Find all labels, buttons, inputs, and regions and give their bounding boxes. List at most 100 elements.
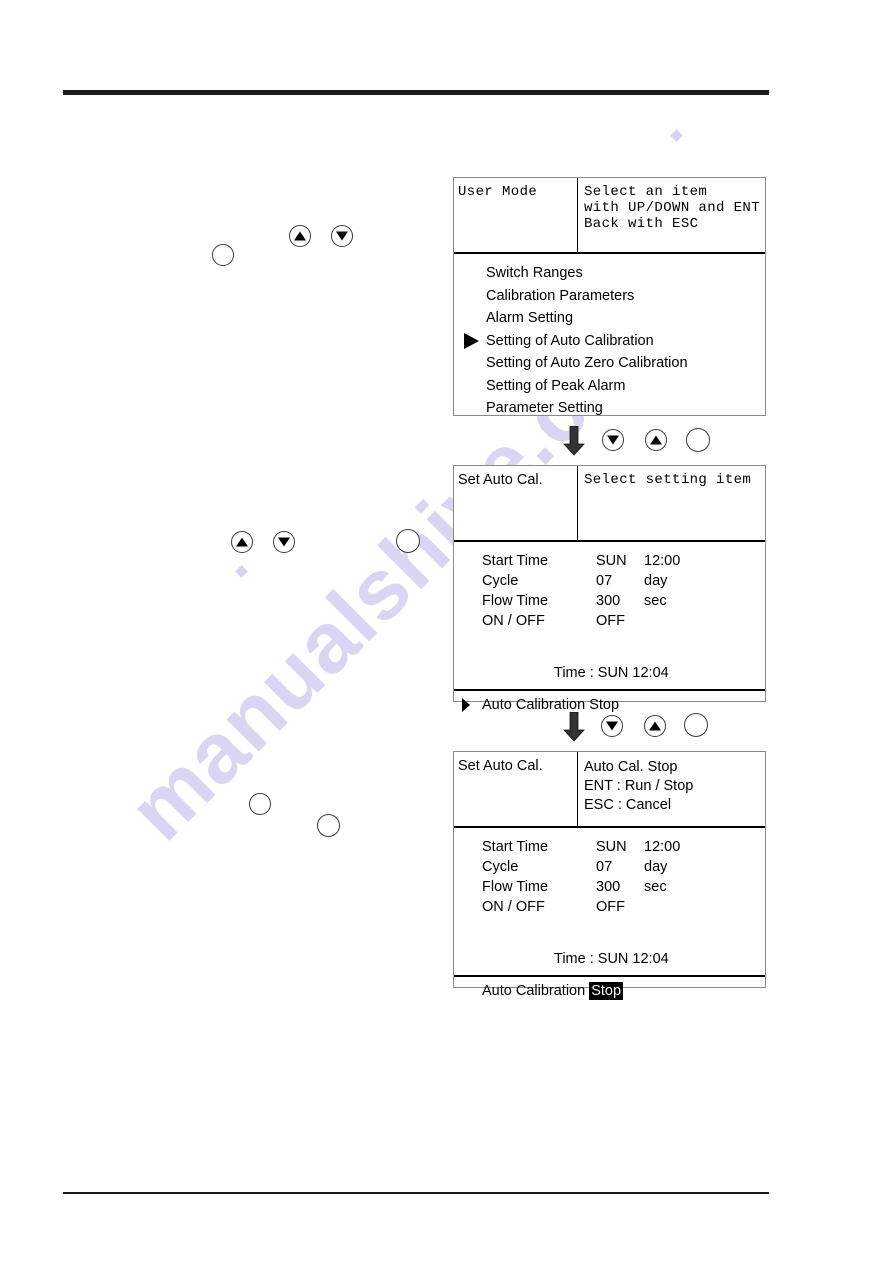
down-key[interactable] xyxy=(273,531,295,553)
menu-item-calibration-parameters[interactable]: Calibration Parameters xyxy=(454,285,765,308)
lcd-footer: Auto Calibration Stop xyxy=(454,975,765,1005)
down-key[interactable] xyxy=(331,225,353,247)
guidance-line-1: Select setting item xyxy=(584,472,752,488)
menu-item-parameter-setting[interactable]: Parameter Setting xyxy=(454,397,765,420)
setting-label: ON / OFF xyxy=(482,613,545,629)
guidance-line-1: Select an item xyxy=(584,184,708,200)
menu-item-label: Parameter Setting xyxy=(486,400,603,416)
setting-row-start-time[interactable]: Start Time SUN 12:00 xyxy=(454,551,765,571)
setting-unit: 12:00 xyxy=(644,553,681,569)
flow-down-arrow-icon xyxy=(563,712,585,742)
lcd-settings-table: Start Time SUN 12:00 Cycle 07 day Flow T… xyxy=(454,828,765,975)
manual-page: manualshive.com User Mode Select an item… xyxy=(0,0,893,1263)
current-time-readout: Time : SUN 12:04 xyxy=(554,665,669,681)
flow-down-arrow-icon xyxy=(563,426,585,456)
setting-row-start-time[interactable]: Start Time SUN 12:00 xyxy=(454,837,765,857)
setting-unit: sec xyxy=(644,879,667,895)
setting-value: SUN xyxy=(596,553,627,569)
enter-key[interactable] xyxy=(249,793,271,815)
setting-row-flow-time[interactable]: Flow Time 300 sec xyxy=(454,591,765,611)
guidance-line-2: with UP/DOWN and ENT xyxy=(584,200,761,216)
setting-row-flow-time[interactable]: Flow Time 300 sec xyxy=(454,877,765,897)
setting-row-on-off[interactable]: ON / OFF OFF xyxy=(454,897,765,917)
up-key[interactable] xyxy=(231,531,253,553)
current-time-readout: Time : SUN 12:04 xyxy=(554,951,669,967)
up-key[interactable] xyxy=(644,715,666,737)
lcd-menu-list: Switch Ranges Calibration Parameters Ala… xyxy=(454,254,765,426)
cursor-arrow-icon xyxy=(464,332,479,349)
menu-item-alarm-setting[interactable]: Alarm Setting xyxy=(454,307,765,330)
lcd-title-cell: User Mode xyxy=(454,178,578,252)
panel-title: User Mode xyxy=(458,184,538,200)
menu-item-switch-ranges[interactable]: Switch Ranges xyxy=(454,262,765,285)
footer-action-text: Auto Calibration xyxy=(482,983,590,999)
lcd-panel-set-auto-cal-confirm: Set Auto Cal. Auto Cal. Stop ENT : Run /… xyxy=(453,751,766,1000)
menu-item-label: Calibration Parameters xyxy=(486,287,635,304)
menu-item-label: Switch Ranges xyxy=(486,265,583,281)
lcd-header: Set Auto Cal. Auto Cal. Stop ENT : Run /… xyxy=(454,752,765,828)
setting-unit: sec xyxy=(644,593,667,609)
setting-value: SUN xyxy=(596,839,627,855)
lcd-guidance-cell: Auto Cal. Stop ENT : Run / Stop ESC : Ca… xyxy=(578,752,765,826)
setting-label: Start Time xyxy=(482,839,549,855)
menu-item-setting-of-peak-alarm[interactable]: Setting of Peak Alarm xyxy=(454,375,765,398)
lcd-guidance-cell: Select an item with UP/DOWN and ENT Back… xyxy=(578,178,765,252)
enter-key[interactable] xyxy=(317,814,340,837)
setting-unit: 12:00 xyxy=(644,839,681,855)
enter-key[interactable] xyxy=(684,713,708,737)
setting-value: OFF xyxy=(596,613,625,629)
setting-value: OFF xyxy=(596,899,625,915)
setting-label: Flow Time xyxy=(482,593,549,609)
guidance-line-3: ESC : Cancel xyxy=(584,797,672,813)
setting-unit: day xyxy=(644,573,668,589)
cursor-arrow-icon xyxy=(462,698,470,712)
menu-item-label: Alarm Setting xyxy=(486,310,574,326)
menu-item-label: Setting of Peak Alarm xyxy=(486,377,626,394)
down-key[interactable] xyxy=(601,715,623,737)
footer-action-label[interactable]: Auto Calibration Stop xyxy=(482,697,619,713)
guidance-line-1: Auto Cal. Stop xyxy=(584,759,678,775)
footer-highlight-stop[interactable]: Stop xyxy=(589,982,624,1000)
up-key[interactable] xyxy=(289,225,311,247)
lcd-title-cell: Set Auto Cal. xyxy=(454,752,578,826)
setting-row-cycle[interactable]: Cycle 07 day xyxy=(454,857,765,877)
down-key[interactable] xyxy=(602,429,624,451)
up-key[interactable] xyxy=(645,429,667,451)
watermark-dot xyxy=(670,129,683,142)
lcd-panel-user-mode: User Mode Select an item with UP/DOWN an… xyxy=(453,177,766,416)
setting-row-on-off[interactable]: ON / OFF OFF xyxy=(454,611,765,631)
enter-key[interactable] xyxy=(212,244,234,266)
footer-rule xyxy=(63,1192,769,1194)
menu-item-setting-of-auto-calibration[interactable]: Setting of Auto Calibration xyxy=(454,330,765,353)
setting-row-cycle[interactable]: Cycle 07 day xyxy=(454,571,765,591)
setting-value: 300 xyxy=(596,593,621,609)
guidance-line-3: Back with ESC xyxy=(584,216,699,232)
menu-item-label: Setting of Auto Calibration xyxy=(486,332,654,349)
lcd-guidance-cell: Select setting item xyxy=(578,466,765,540)
setting-value: 07 xyxy=(596,859,613,875)
enter-key[interactable] xyxy=(396,529,420,553)
triangle-up-icon xyxy=(649,721,661,731)
triangle-up-icon xyxy=(294,231,306,241)
menu-item-setting-of-auto-zero-calibration[interactable]: Setting of Auto Zero Calibration xyxy=(454,352,765,375)
footer-action-label[interactable]: Auto Calibration Stop xyxy=(482,982,624,1000)
lcd-title-cell: Set Auto Cal. xyxy=(454,466,578,540)
guidance-line-2: ENT : Run / Stop xyxy=(584,778,694,794)
setting-label: Cycle xyxy=(482,859,519,875)
setting-label: ON / OFF xyxy=(482,899,545,915)
setting-unit: day xyxy=(644,859,668,875)
lcd-panel-set-auto-cal-select: Set Auto Cal. Select setting item Start … xyxy=(453,465,766,713)
setting-value: 07 xyxy=(596,573,613,589)
enter-key[interactable] xyxy=(686,428,710,452)
header-rule xyxy=(63,90,769,95)
triangle-up-icon xyxy=(236,537,248,547)
setting-label: Flow Time xyxy=(482,879,549,895)
menu-item-label: Setting of Auto Zero Calibration xyxy=(486,355,688,371)
setting-label: Start Time xyxy=(482,553,549,569)
lcd-header: Set Auto Cal. Select setting item xyxy=(454,466,765,542)
setting-value: 300 xyxy=(596,879,621,895)
panel-title: Set Auto Cal. xyxy=(458,472,543,488)
triangle-down-icon xyxy=(606,721,618,731)
triangle-up-icon xyxy=(650,435,662,445)
lcd-settings-table: Start Time SUN 12:00 Cycle 07 day Flow T… xyxy=(454,542,765,689)
